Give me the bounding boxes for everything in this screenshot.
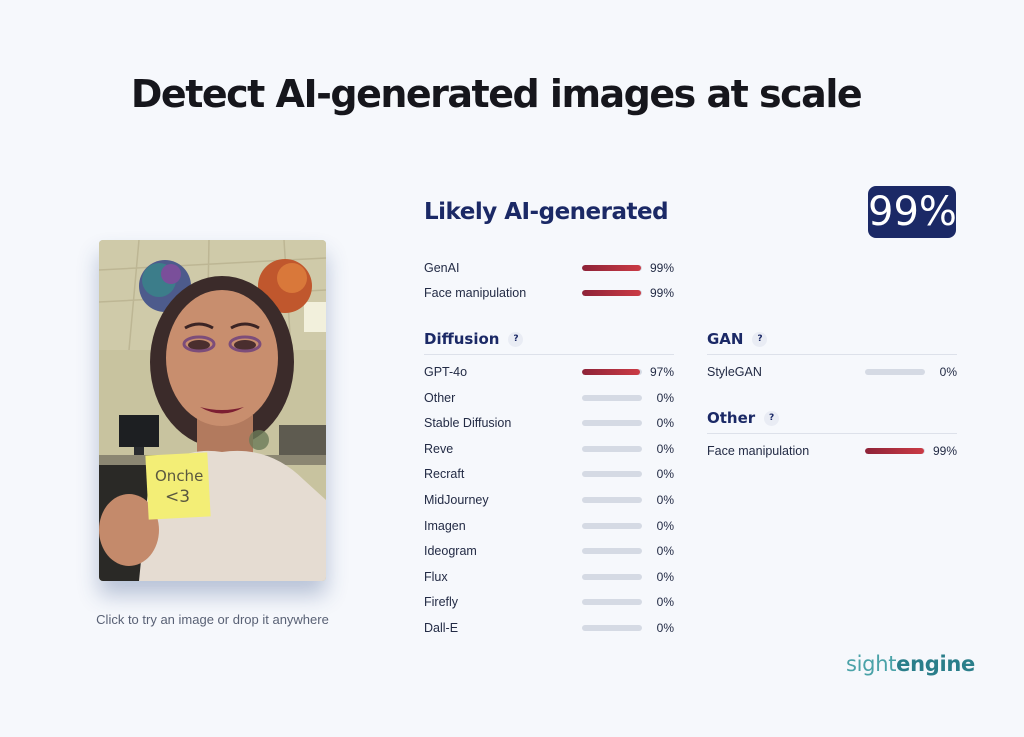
row-label: Reve <box>424 441 454 456</box>
divider <box>707 433 957 434</box>
summary-row-face-manipulation: Face manipulation 99% <box>424 283 674 303</box>
row-label: Ideogram <box>424 544 477 559</box>
portrait-photo: Onche <3 <box>99 240 326 581</box>
other-row-face-manipulation: Face manipulation 99% <box>707 441 957 461</box>
row-percent: 0% <box>656 390 674 405</box>
row-label: Imagen <box>424 518 466 533</box>
score-bar <box>582 265 642 271</box>
row-label: Other <box>424 390 456 405</box>
diffusion-row: Dall-E 0% <box>424 618 674 638</box>
row-percent: 0% <box>656 518 674 533</box>
row-percent: 0% <box>939 365 957 379</box>
section-title-diffusion: Diffusion ? <box>424 330 524 348</box>
row-percent: 99% <box>933 444 958 458</box>
row-label: Face manipulation <box>707 444 810 458</box>
diffusion-row: GPT-4o 97% <box>424 362 674 382</box>
diffusion-row: Reve 0% <box>424 439 674 459</box>
row-label: MidJourney <box>424 493 489 507</box>
summary-row-genai: GenAI 99% <box>424 258 674 278</box>
row-label: Face manipulation <box>424 286 527 300</box>
score-bar <box>582 369 642 375</box>
score-bar <box>582 497 642 503</box>
score-bar <box>582 290 642 296</box>
row-percent: 97% <box>650 365 675 379</box>
diffusion-row: MidJourney 0% <box>424 490 674 510</box>
divider <box>424 354 674 355</box>
score-bar <box>865 369 925 375</box>
score-bar <box>582 522 642 529</box>
row-label: GenAI <box>424 261 460 275</box>
row-label: Dall-E <box>424 621 459 635</box>
row-label: StyleGAN <box>707 365 762 379</box>
score-bar-fill <box>582 290 642 296</box>
row-percent: 0% <box>656 467 674 482</box>
help-icon[interactable]: ? <box>764 410 780 426</box>
score-bar-fill <box>582 265 642 271</box>
score-bar <box>582 420 642 427</box>
help-icon[interactable]: ? <box>508 331 524 347</box>
score-bar <box>582 394 642 401</box>
score-bar <box>582 445 642 452</box>
diffusion-row: Stable Diffusion 0% <box>424 413 674 433</box>
row-percent: 0% <box>656 595 674 610</box>
score-bar <box>582 599 642 606</box>
score-bar <box>582 573 642 580</box>
row-percent: 0% <box>656 441 674 456</box>
section-label: GAN <box>707 330 744 348</box>
gan-row-stylegan: StyleGAN 0% <box>707 362 957 382</box>
row-percent: 0% <box>656 569 674 584</box>
logo-part-1: sight <box>846 652 897 676</box>
score-bar <box>582 625 642 631</box>
row-percent: 0% <box>656 544 674 559</box>
row-label: Stable Diffusion <box>424 416 512 431</box>
diffusion-row: Flux 0% <box>424 567 674 587</box>
section-label: Other <box>707 409 756 427</box>
upload-hint: Click to try an image or drop it anywher… <box>96 612 329 627</box>
row-percent: 0% <box>656 493 674 507</box>
section-title-other: Other ? <box>707 409 780 427</box>
page-headline: Detect AI-generated images at scale <box>130 72 863 116</box>
row-label: Recraft <box>424 467 465 482</box>
sticky-note-line2: <3 <box>165 487 190 507</box>
help-icon[interactable]: ? <box>752 331 768 347</box>
sightengine-logo[interactable]: sightengine <box>846 652 975 676</box>
diffusion-row: Other 0% <box>424 388 674 408</box>
diffusion-row: Ideogram 0% <box>424 541 674 561</box>
divider <box>707 354 957 355</box>
score-bar-fill <box>582 369 641 375</box>
diffusion-row: Firefly 0% <box>424 592 674 612</box>
score-bar <box>582 471 642 478</box>
logo-part-2: engine <box>896 652 975 676</box>
row-label: GPT-4o <box>424 365 468 379</box>
verdict-title: Likely AI-generated <box>424 199 669 225</box>
score-bar <box>582 548 642 555</box>
row-percent: 99% <box>650 261 675 275</box>
row-percent: 99% <box>650 286 675 300</box>
row-percent: 0% <box>656 416 674 431</box>
score-bar-fill <box>865 448 925 454</box>
section-label: Diffusion <box>424 330 500 348</box>
row-percent: 0% <box>656 621 674 635</box>
diffusion-row: Imagen 0% <box>424 516 674 536</box>
score-bar <box>865 448 925 454</box>
diffusion-row: Recraft 0% <box>424 464 674 484</box>
section-title-gan: GAN ? <box>707 330 768 348</box>
row-label: Firefly <box>424 595 459 610</box>
uploaded-image-dropzone[interactable]: Onche <3 <box>99 240 326 581</box>
score-badge: 99% <box>868 186 957 238</box>
sticky-note-line1: Onche <box>155 467 203 485</box>
row-label: Flux <box>424 569 448 584</box>
